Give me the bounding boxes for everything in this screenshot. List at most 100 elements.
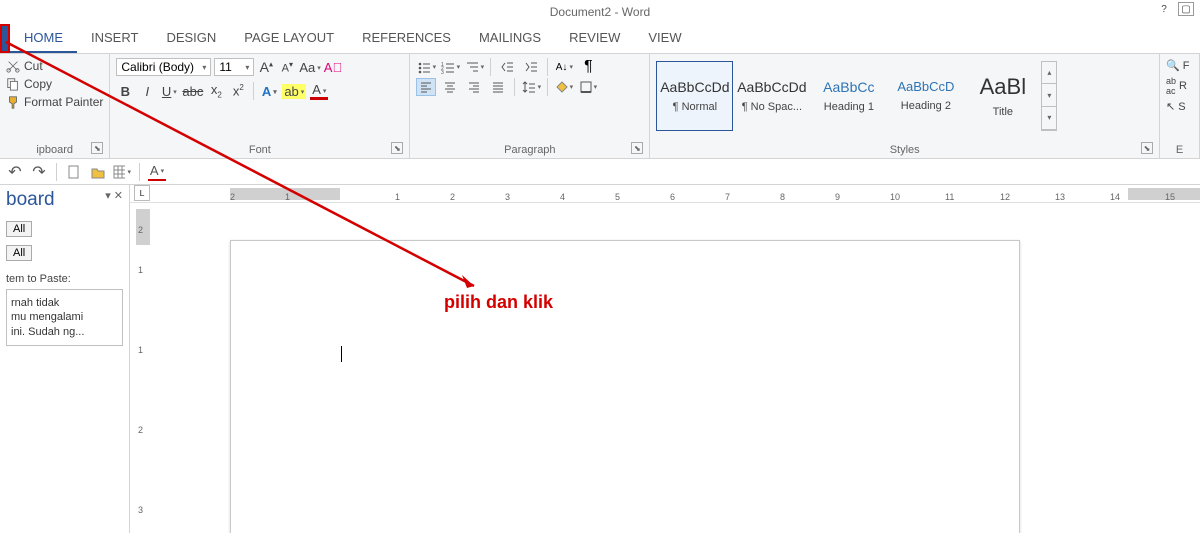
clear-formatting-button[interactable]: A⃠	[324, 60, 342, 75]
copy-icon	[6, 77, 20, 91]
paragraph-group-label: Paragraph⬊	[416, 142, 643, 156]
clipboard-item[interactable]: rnah tidak mu mengalami ini. Sudah ng...	[6, 289, 123, 346]
font-color-qat[interactable]: A	[148, 163, 166, 181]
bullets-button[interactable]	[416, 58, 436, 76]
find-button[interactable]: 🔍F	[1166, 58, 1193, 73]
change-case-button[interactable]: Aa	[299, 60, 320, 75]
paste-all-button[interactable]: All	[6, 221, 32, 237]
tab-mailings[interactable]: MAILINGS	[465, 24, 555, 53]
annotation-text: pilih dan klik	[444, 292, 553, 313]
cut-button[interactable]: Cut	[6, 58, 103, 74]
style-title[interactable]: AaBl Title	[964, 61, 1041, 131]
quick-access-toolbar: ↶ ↷ A	[0, 159, 1200, 185]
document-page[interactable]	[230, 240, 1020, 533]
main-area: ▾ ✕ board All All tem to Paste: rnah tid…	[0, 185, 1200, 533]
brush-icon	[6, 95, 20, 109]
text-effects-button[interactable]: A	[260, 84, 278, 99]
redo-button[interactable]: ↷	[30, 163, 48, 181]
horizontal-ruler[interactable]: L 211234567891011121314151718	[130, 185, 1200, 203]
help-icon[interactable]: ?	[1156, 2, 1172, 16]
document-area: L 211234567891011121314151718 21123	[130, 185, 1200, 533]
select-button[interactable]: ↖S	[1166, 99, 1193, 114]
svg-text:3: 3	[441, 70, 444, 74]
borders-button[interactable]	[578, 78, 598, 96]
tab-page-layout[interactable]: PAGE LAYOUT	[230, 24, 348, 53]
tab-view[interactable]: VIEW	[634, 24, 695, 53]
font-color-button[interactable]: A	[310, 82, 328, 100]
ribbon: Cut Copy Format Painter ipboard⬊ Calibri…	[0, 54, 1200, 159]
copy-label: Copy	[24, 77, 52, 91]
multilevel-button[interactable]	[464, 58, 484, 76]
scroll-up-icon[interactable]: ▴	[1042, 62, 1056, 85]
tab-review[interactable]: REVIEW	[555, 24, 634, 53]
clear-all-button[interactable]: All	[6, 245, 32, 261]
decrease-indent-button[interactable]	[497, 58, 517, 76]
find-icon: 🔍	[1166, 59, 1180, 72]
table-button[interactable]	[113, 163, 131, 181]
bold-button[interactable]: B	[116, 84, 134, 99]
scroll-down-icon[interactable]: ▾	[1042, 84, 1056, 107]
item-to-paste-label: tem to Paste:	[6, 273, 123, 285]
style-heading1[interactable]: AaBbCc Heading 1	[810, 61, 887, 131]
paragraph-group: 123 A↓ ¶ Paragraph⬊	[410, 54, 650, 158]
show-marks-button[interactable]: ¶	[578, 58, 598, 76]
styles-group: AaBbCcDd ¶ Normal AaBbCcDd ¶ No Spac... …	[650, 54, 1160, 158]
font-dialog-launcher[interactable]: ⬊	[391, 142, 403, 154]
style-normal[interactable]: AaBbCcDd ¶ Normal	[656, 61, 733, 131]
font-size-combo[interactable]: 11▾	[214, 58, 254, 76]
editing-group-label: E	[1166, 142, 1193, 156]
highlight-button[interactable]: ab	[282, 84, 306, 99]
clipboard-pane: ▾ ✕ board All All tem to Paste: rnah tid…	[0, 185, 130, 533]
subscript-button[interactable]: x2	[207, 82, 225, 100]
font-group-label: Font⬊	[116, 142, 403, 156]
superscript-button[interactable]: x2	[229, 83, 247, 98]
style-heading2[interactable]: AaBbCcD Heading 2	[887, 61, 964, 131]
numbering-button[interactable]: 123	[440, 58, 460, 76]
styles-group-label: Styles⬊	[656, 142, 1153, 156]
clipboard-pane-title: board	[6, 189, 55, 210]
shrink-font-button[interactable]: A▾	[278, 60, 296, 75]
styles-gallery-scroll[interactable]: ▴ ▾ ▾	[1041, 61, 1057, 131]
undo-button[interactable]: ↶	[6, 163, 24, 181]
tab-references[interactable]: REFERENCES	[348, 24, 465, 53]
tab-selector[interactable]: L	[134, 185, 150, 201]
ribbon-display-icon[interactable]: ▢	[1178, 2, 1194, 16]
pane-controls[interactable]: ▾ ✕	[105, 189, 123, 202]
clipboard-dialog-launcher[interactable]: ⬊	[91, 142, 103, 154]
increase-indent-button[interactable]	[521, 58, 541, 76]
file-tab[interactable]	[0, 24, 10, 53]
cut-label: Cut	[24, 59, 43, 73]
title-bar: Document2 - Word ? ▢	[0, 0, 1200, 24]
scissors-icon	[6, 59, 20, 73]
styles-dialog-launcher[interactable]: ⬊	[1141, 142, 1153, 154]
editing-group: 🔍F abacR ↖S E	[1160, 54, 1200, 158]
copy-button[interactable]: Copy	[6, 76, 103, 92]
ribbon-tabs: HOME INSERT DESIGN PAGE LAYOUT REFERENCE…	[0, 24, 1200, 54]
grow-font-button[interactable]: A▴	[257, 59, 275, 75]
replace-button[interactable]: abacR	[1166, 75, 1193, 97]
clipboard-group-label: ipboard⬊	[6, 142, 103, 156]
text-cursor	[341, 346, 342, 362]
format-painter-label: Format Painter	[24, 95, 103, 109]
paragraph-dialog-launcher[interactable]: ⬊	[631, 142, 643, 154]
format-painter-button[interactable]: Format Painter	[6, 94, 103, 110]
font-name-combo[interactable]: Calibri (Body)▾	[116, 58, 211, 76]
align-left-button[interactable]	[416, 78, 436, 96]
align-right-button[interactable]	[464, 78, 484, 96]
new-button[interactable]	[65, 163, 83, 181]
sort-button[interactable]: A↓	[554, 58, 574, 76]
styles-more-icon[interactable]: ▾	[1042, 107, 1056, 130]
open-button[interactable]	[89, 163, 107, 181]
strike-button[interactable]: abc	[182, 84, 203, 99]
line-spacing-button[interactable]	[521, 78, 541, 96]
font-group: Calibri (Body)▾ 11▾ A▴ A▾ Aa A⃠ B I U ab…	[110, 54, 410, 158]
tab-home[interactable]: HOME	[10, 24, 77, 53]
shading-button[interactable]	[554, 78, 574, 96]
italic-button[interactable]: I	[138, 84, 156, 99]
tab-insert[interactable]: INSERT	[77, 24, 152, 53]
style-no-spacing[interactable]: AaBbCcDd ¶ No Spac...	[733, 61, 810, 131]
tab-design[interactable]: DESIGN	[152, 24, 230, 53]
justify-button[interactable]	[488, 78, 508, 96]
underline-button[interactable]: U	[160, 84, 178, 99]
align-center-button[interactable]	[440, 78, 460, 96]
